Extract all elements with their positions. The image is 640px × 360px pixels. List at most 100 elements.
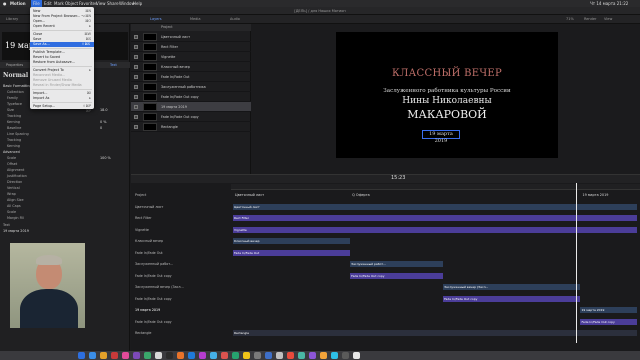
layer-visibility-checkbox[interactable] — [134, 115, 138, 119]
layer-row[interactable]: Vignette — [131, 52, 251, 62]
dock-app-icon[interactable] — [243, 352, 250, 359]
timeline-row-label[interactable]: Fade In/Fade Out copy — [135, 319, 223, 326]
dock-app-icon[interactable] — [188, 352, 195, 359]
dock-app-icon[interactable] — [78, 352, 85, 359]
tab-layers[interactable]: Layers — [150, 16, 162, 23]
layer-visibility-checkbox[interactable] — [134, 55, 138, 59]
subtab-properties[interactable]: Properties — [6, 62, 23, 68]
file-menu-item[interactable]: Print... ⌘P — [33, 109, 91, 114]
layer-visibility-checkbox[interactable] — [134, 105, 138, 109]
layer-visibility-checkbox[interactable] — [134, 45, 138, 49]
video-date-selected[interactable]: 19 марта 2019 — [422, 130, 460, 144]
dock-app-icon[interactable] — [144, 352, 151, 359]
layer-visibility-checkbox[interactable] — [134, 85, 138, 89]
apple-icon[interactable]: ● — [3, 0, 7, 7]
tab-audio[interactable]: Audio — [230, 16, 240, 23]
timeline-row-label[interactable]: Fade In/Fade Out — [135, 250, 223, 257]
subtab-text[interactable]: Text — [110, 62, 117, 68]
timeline-ruler[interactable] — [231, 184, 640, 190]
dock-app-icon[interactable] — [309, 352, 316, 359]
layer-row[interactable]: Классный вечер — [131, 62, 251, 72]
timeline-clip[interactable]: Fade In/Fade Out copy — [580, 318, 637, 325]
render-menu[interactable]: Render — [584, 16, 596, 23]
layer-row[interactable]: Fade In/Fade Out copy — [131, 92, 251, 102]
dock-app-icon[interactable] — [210, 352, 217, 359]
layer-row[interactable]: Fade In/Fade Out — [131, 72, 251, 82]
dock-app-icon[interactable] — [199, 352, 206, 359]
timeline-row-label[interactable]: Заслуженный вечер (Засл... — [135, 284, 223, 291]
timeline-row-label[interactable]: 19 марта 2019 — [135, 307, 223, 314]
dock-app-icon[interactable] — [353, 352, 360, 359]
menu-mark[interactable]: Mark — [54, 0, 64, 7]
timeline-clip[interactable]: Классный вечер — [233, 238, 351, 244]
file-menu-item[interactable]: Open Recent ▸ — [33, 24, 91, 29]
dock-app-icon[interactable] — [177, 352, 184, 359]
view-menu[interactable]: View — [604, 16, 612, 23]
inspector-field-value[interactable]: 18.0 — [100, 108, 108, 113]
zoom-level[interactable]: 71% — [566, 16, 574, 23]
dock-app-icon[interactable] — [298, 352, 305, 359]
layer-visibility-checkbox[interactable] — [134, 65, 138, 69]
menu-favorites[interactable]: Favorites — [79, 0, 97, 7]
app-menu[interactable]: Motion — [10, 0, 26, 7]
tab-library[interactable]: Library — [6, 16, 18, 23]
timeline-clip[interactable]: Заслуженный работ... — [350, 261, 444, 267]
layer-row[interactable]: 19 марта 2019 — [131, 102, 251, 112]
menu-edit[interactable]: Edit — [44, 0, 52, 7]
timeline-row-label[interactable]: Классный вечер — [135, 238, 223, 245]
dock-app-icon[interactable] — [254, 352, 261, 359]
file-menu-item[interactable]: Import As ▸ — [33, 96, 91, 101]
dock-app-icon[interactable] — [122, 352, 129, 359]
layer-visibility-checkbox[interactable] — [134, 125, 138, 129]
playhead[interactable] — [576, 183, 577, 343]
menu-file[interactable]: File — [31, 0, 42, 7]
layer-visibility-checkbox[interactable] — [134, 75, 138, 79]
layer-row[interactable]: Цветочный лист — [131, 32, 251, 42]
tab-media[interactable]: Media — [190, 16, 201, 23]
inspector-field-value[interactable]: 0 — [100, 126, 102, 131]
timeline-row-label[interactable]: Vignette — [135, 227, 223, 234]
dock-app-icon[interactable] — [232, 352, 239, 359]
dock-app-icon[interactable] — [155, 352, 162, 359]
timeline-row-label[interactable]: Fade In/Fade Out copy — [135, 296, 223, 303]
menu-view[interactable]: View — [96, 0, 106, 7]
menu-share[interactable]: Share — [107, 0, 119, 7]
dock-app-icon[interactable] — [166, 352, 173, 359]
dock-app-icon[interactable] — [221, 352, 228, 359]
dock-app-icon[interactable] — [265, 352, 272, 359]
timeline-clip[interactable]: Fade In/Fade Out copy — [443, 295, 581, 302]
dock-app-icon[interactable] — [320, 352, 327, 359]
dock-app-icon[interactable] — [100, 352, 107, 359]
timeline-row-label[interactable]: Цветочный лист — [135, 204, 223, 211]
timecode[interactable]: 15:23 — [391, 176, 405, 181]
inspector-field-value[interactable]: 0 % — [100, 120, 106, 125]
timeline-clip[interactable]: Fade In/Fade Out copy — [350, 272, 444, 279]
layer-visibility-checkbox[interactable] — [134, 95, 138, 99]
dock-app-icon[interactable] — [287, 352, 294, 359]
dock-app-icon[interactable] — [342, 352, 349, 359]
file-menu-item[interactable]: Restore from Autosave... — [33, 60, 91, 65]
dock-app-icon[interactable] — [89, 352, 96, 359]
file-menu-item[interactable]: Save As... ⇧⌘S — [30, 42, 94, 47]
layer-row[interactable]: Заслуженный работника — [131, 82, 251, 92]
timeline-clip[interactable]: 19 марта 2019 — [580, 307, 637, 313]
layer-row[interactable]: Rect Filter — [131, 42, 251, 52]
layer-visibility-checkbox[interactable] — [134, 35, 138, 39]
timeline-row-label[interactable]: Rect Filter — [135, 215, 223, 222]
menu-help[interactable]: Help — [133, 0, 142, 7]
menu-object[interactable]: Object — [65, 0, 78, 7]
timeline-row-label[interactable]: Rectangle — [135, 330, 223, 337]
dock-app-icon[interactable] — [133, 352, 140, 359]
dock-app-icon[interactable] — [111, 352, 118, 359]
dock-app-icon[interactable] — [276, 352, 283, 359]
timeline-clip[interactable]: Заслуженный вечер (Засл... — [443, 284, 581, 290]
timeline-row-label[interactable]: Fade In/Fade Out copy — [135, 273, 223, 280]
timeline-row-label[interactable]: Project — [135, 192, 223, 199]
dock-app-icon[interactable] — [331, 352, 338, 359]
timeline-clip[interactable]: Fade In/Fade Out — [233, 249, 351, 256]
inspector-field-value[interactable]: 100 % — [100, 156, 111, 161]
text-field-value[interactable]: 19 марта 2019 — [3, 229, 29, 234]
timeline-row-label[interactable]: Заслуженный работ... — [135, 261, 223, 268]
layer-row[interactable]: Rectangle — [131, 122, 251, 132]
layer-row[interactable]: Fade In/Fade Out copy — [131, 112, 251, 122]
